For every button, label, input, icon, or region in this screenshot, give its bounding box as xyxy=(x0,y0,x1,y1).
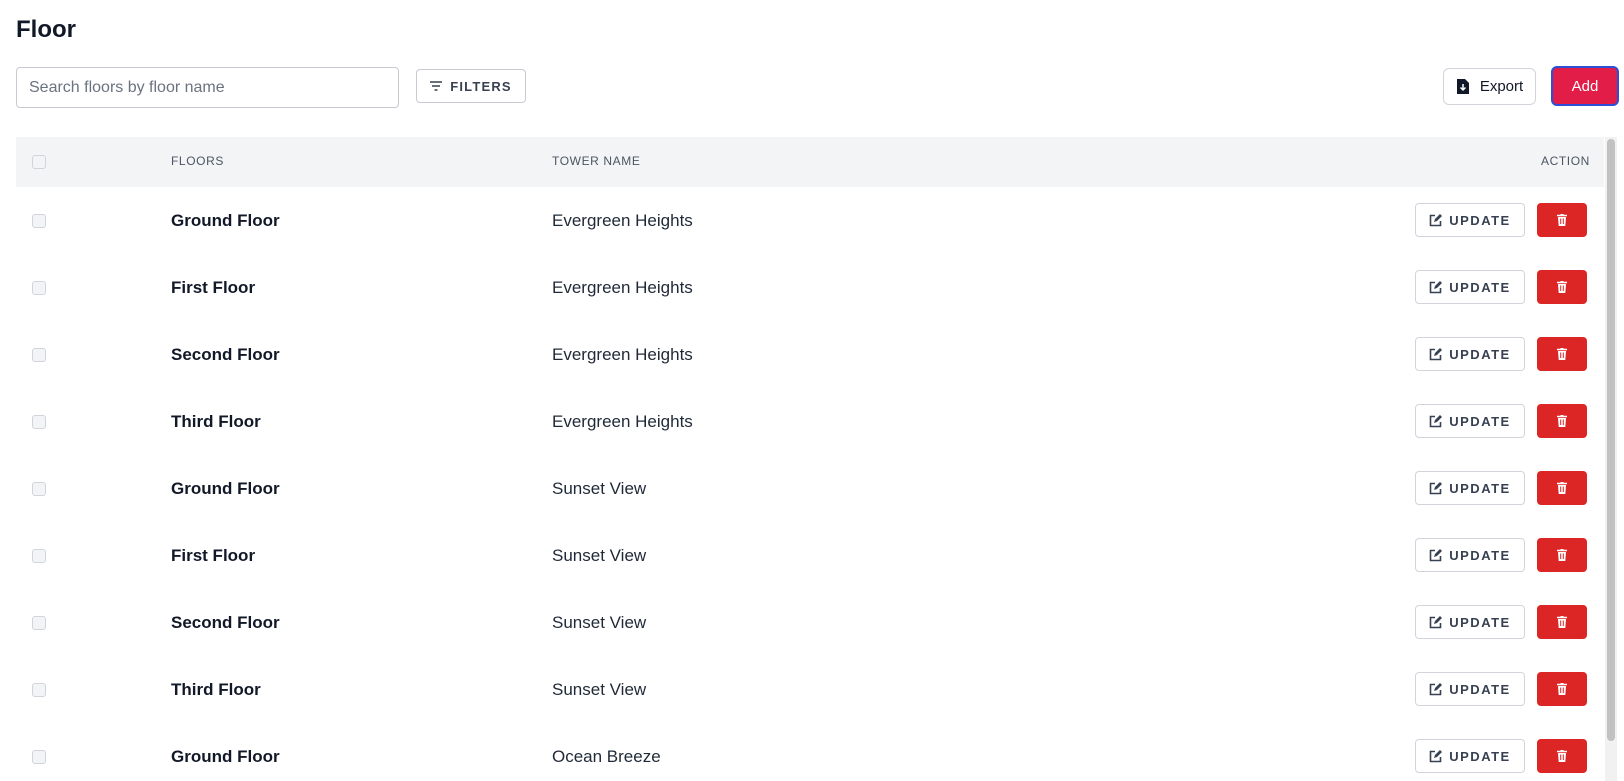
vertical-scrollbar[interactable] xyxy=(1605,137,1617,781)
delete-button[interactable] xyxy=(1537,337,1587,371)
delete-button[interactable] xyxy=(1537,404,1587,438)
row-checkbox[interactable] xyxy=(32,549,46,563)
table-row: Third Floor Evergreen Heights UPDATE xyxy=(16,388,1604,456)
trash-icon xyxy=(1557,415,1567,427)
export-label: Export xyxy=(1479,78,1524,95)
tower-name: Evergreen Heights xyxy=(552,211,693,230)
table-row: Second Floor Sunset View UPDATE xyxy=(16,589,1604,657)
table-header: FLOORS TOWER NAME ACTION xyxy=(16,137,1604,188)
select-all-checkbox[interactable] xyxy=(32,155,46,169)
floor-name: First Floor xyxy=(171,278,256,297)
delete-button[interactable] xyxy=(1537,605,1587,639)
page-title: Floor xyxy=(16,16,76,43)
table-row: First Floor Evergreen Heights UPDATE xyxy=(16,254,1604,322)
row-checkbox[interactable] xyxy=(32,482,46,496)
update-button[interactable]: UPDATE xyxy=(1415,739,1525,773)
add-button[interactable]: Add xyxy=(1551,66,1619,106)
row-checkbox[interactable] xyxy=(32,616,46,630)
update-button[interactable]: UPDATE xyxy=(1415,538,1525,572)
row-checkbox[interactable] xyxy=(32,214,46,228)
tower-name: Sunset View xyxy=(552,613,647,632)
edit-icon xyxy=(1429,280,1443,294)
update-button[interactable]: UPDATE xyxy=(1415,203,1525,237)
delete-button[interactable] xyxy=(1537,270,1587,304)
edit-icon xyxy=(1429,481,1443,495)
tower-name: Sunset View xyxy=(552,479,647,498)
delete-button[interactable] xyxy=(1537,471,1587,505)
update-label: UPDATE xyxy=(1449,681,1511,697)
floors-table: FLOORS TOWER NAME ACTION Ground Floor Eve… xyxy=(16,137,1604,781)
edit-icon xyxy=(1429,682,1443,696)
tower-name: Sunset View xyxy=(552,680,647,699)
filters-label: FILTERS xyxy=(450,78,512,94)
row-checkbox[interactable] xyxy=(32,750,46,764)
table-row: Ground Floor Sunset View UPDATE xyxy=(16,455,1604,523)
tower-name: Evergreen Heights xyxy=(552,412,693,431)
trash-icon xyxy=(1557,281,1567,293)
row-checkbox[interactable] xyxy=(32,348,46,362)
update-label: UPDATE xyxy=(1449,413,1511,429)
floor-name: Ground Floor xyxy=(171,211,280,230)
table-row: Third Floor Sunset View UPDATE xyxy=(16,656,1604,724)
update-label: UPDATE xyxy=(1449,279,1511,295)
update-button[interactable]: UPDATE xyxy=(1415,270,1525,304)
floor-name: Ground Floor xyxy=(171,747,280,766)
update-button[interactable]: UPDATE xyxy=(1415,471,1525,505)
trash-icon xyxy=(1557,549,1567,561)
table-row: Ground Floor Evergreen Heights UPDATE xyxy=(16,187,1604,255)
filter-icon xyxy=(430,81,443,91)
table-row: Second Floor Evergreen Heights UPDATE xyxy=(16,321,1604,389)
update-button[interactable]: UPDATE xyxy=(1415,672,1525,706)
update-button[interactable]: UPDATE xyxy=(1415,337,1525,371)
floor-name: Third Floor xyxy=(171,680,261,699)
trash-icon xyxy=(1557,616,1567,628)
update-button[interactable]: UPDATE xyxy=(1415,605,1525,639)
column-header-tower-name: TOWER NAME xyxy=(552,154,641,168)
column-header-floors: FLOORS xyxy=(171,154,224,168)
update-label: UPDATE xyxy=(1449,212,1511,228)
floor-name: Third Floor xyxy=(171,412,261,431)
update-label: UPDATE xyxy=(1449,614,1511,630)
tower-name: Evergreen Heights xyxy=(552,278,693,297)
trash-icon xyxy=(1557,683,1567,695)
delete-button[interactable] xyxy=(1537,739,1587,773)
column-header-action: ACTION xyxy=(1541,154,1590,168)
trash-icon xyxy=(1557,214,1567,226)
trash-icon xyxy=(1557,750,1567,762)
row-checkbox[interactable] xyxy=(32,281,46,295)
search-input[interactable] xyxy=(16,67,399,108)
floor-name: Second Floor xyxy=(171,613,280,632)
table-row: Ground Floor Ocean Breeze UPDATE xyxy=(16,723,1604,781)
floor-name: First Floor xyxy=(171,546,256,565)
row-checkbox[interactable] xyxy=(32,415,46,429)
update-label: UPDATE xyxy=(1449,346,1511,362)
update-label: UPDATE xyxy=(1449,480,1511,496)
filters-button[interactable]: FILTERS xyxy=(416,69,526,103)
edit-icon xyxy=(1429,414,1443,428)
file-export-icon xyxy=(1456,78,1470,95)
trash-icon xyxy=(1557,482,1567,494)
tower-name: Evergreen Heights xyxy=(552,345,693,364)
update-button[interactable]: UPDATE xyxy=(1415,404,1525,438)
delete-button[interactable] xyxy=(1537,203,1587,237)
scrollbar-thumb[interactable] xyxy=(1607,139,1615,741)
trash-icon xyxy=(1557,348,1567,360)
edit-icon xyxy=(1429,615,1443,629)
update-label: UPDATE xyxy=(1449,547,1511,563)
tower-name: Sunset View xyxy=(552,546,647,565)
update-label: UPDATE xyxy=(1449,748,1511,764)
tower-name: Ocean Breeze xyxy=(552,747,661,766)
table-row: First Floor Sunset View UPDATE xyxy=(16,522,1604,590)
delete-button[interactable] xyxy=(1537,672,1587,706)
floor-name: Ground Floor xyxy=(171,479,280,498)
edit-icon xyxy=(1429,347,1443,361)
edit-icon xyxy=(1429,749,1443,763)
export-button[interactable]: Export xyxy=(1443,68,1536,105)
delete-button[interactable] xyxy=(1537,538,1587,572)
row-checkbox[interactable] xyxy=(32,683,46,697)
edit-icon xyxy=(1429,548,1443,562)
edit-icon xyxy=(1429,213,1443,227)
floor-name: Second Floor xyxy=(171,345,280,364)
